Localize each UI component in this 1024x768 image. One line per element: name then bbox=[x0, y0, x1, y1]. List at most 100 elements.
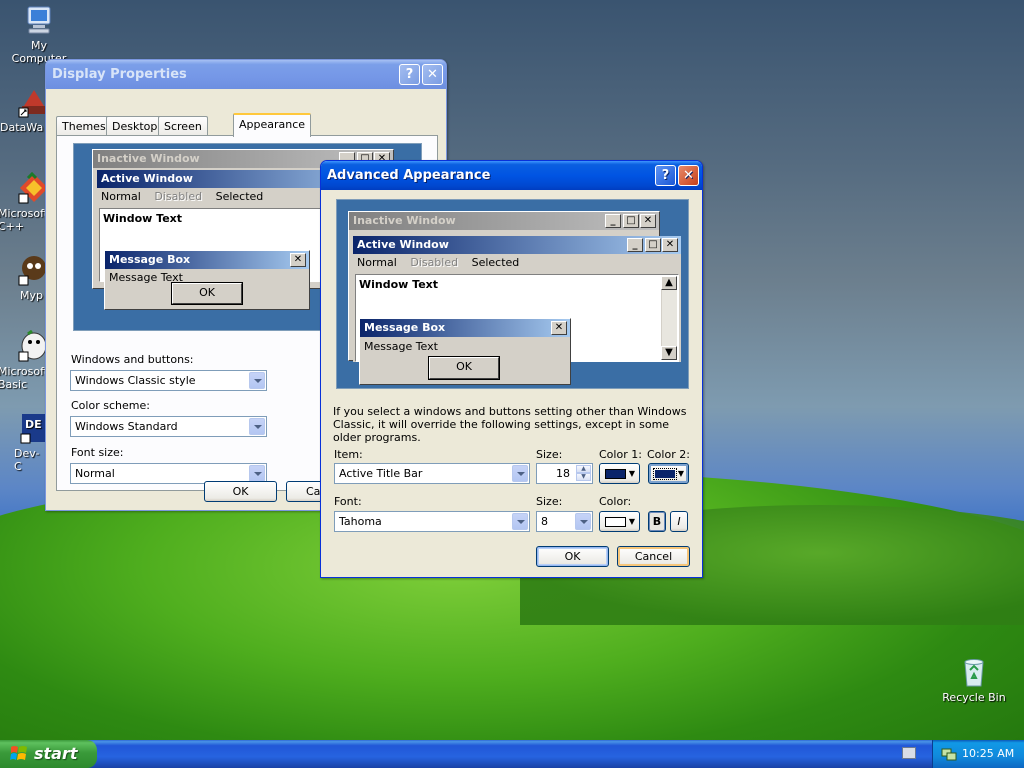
close-icon: ✕ bbox=[640, 214, 656, 228]
font-color-label: Color: bbox=[599, 495, 632, 508]
desktop-icon-label: DataWa bbox=[0, 121, 44, 134]
advanced-preview: Inactive Window _ □ ✕ Active Window _ □ … bbox=[336, 199, 689, 389]
help-button[interactable]: ? bbox=[655, 165, 676, 186]
spin-up-icon[interactable]: ▲ bbox=[576, 465, 591, 473]
chevron-down-icon[interactable] bbox=[512, 513, 528, 530]
preview-active-title-text: Active Window bbox=[101, 172, 193, 185]
font-value: Tahoma bbox=[339, 515, 382, 528]
network-icon[interactable] bbox=[941, 746, 957, 762]
desktop-icon-dev-c[interactable]: DE Dev-C bbox=[0, 412, 50, 473]
windows-logo-icon bbox=[10, 746, 27, 760]
clock[interactable]: 10:25 AM bbox=[962, 747, 1014, 760]
maximize-icon: □ bbox=[623, 214, 639, 228]
menu-disabled: Disabled bbox=[154, 190, 203, 203]
desktop-icon-myp[interactable]: Myp bbox=[0, 254, 46, 302]
size-label: Size: bbox=[536, 448, 563, 461]
color1-label: Color 1: bbox=[599, 448, 642, 461]
close-button[interactable]: ✕ bbox=[678, 165, 699, 186]
menu-selected: Selected bbox=[471, 256, 520, 269]
preview-ok-button: OK bbox=[172, 283, 242, 304]
adv-preview-inactive-window: Inactive Window _ □ ✕ Active Window _ □ … bbox=[348, 211, 681, 385]
chevron-down-icon[interactable] bbox=[512, 465, 528, 482]
spinner-arrows[interactable]: ▲ ▼ bbox=[576, 465, 591, 482]
tab-screen-saver[interactable]: Screen Saver bbox=[158, 116, 208, 146]
adv-message-box-text: Message Text bbox=[364, 340, 438, 353]
color-scheme-value: Windows Standard bbox=[75, 420, 178, 433]
close-icon: ✕ bbox=[427, 67, 438, 82]
chevron-down-icon[interactable] bbox=[249, 372, 265, 389]
display-ok-button[interactable]: OK bbox=[204, 481, 277, 502]
adv-preview-active-title: Active Window _ □ ✕ bbox=[353, 236, 681, 254]
minimize-icon: _ bbox=[627, 238, 643, 252]
maximize-icon: □ bbox=[645, 238, 661, 252]
chevron-down-icon[interactable] bbox=[249, 465, 265, 482]
advanced-cancel-button[interactable]: Cancel bbox=[617, 546, 690, 567]
question-icon: ? bbox=[661, 168, 670, 183]
windows-buttons-combo[interactable]: Windows Classic style bbox=[70, 370, 267, 391]
question-icon: ? bbox=[405, 67, 414, 82]
adv-active-title-text: Active Window bbox=[357, 238, 449, 251]
color-scheme-combo[interactable]: Windows Standard bbox=[70, 416, 267, 437]
size-spinner[interactable]: 18 ▲ ▼ bbox=[536, 463, 593, 484]
advanced-ok-button[interactable]: OK bbox=[536, 546, 609, 567]
advanced-appearance-title-bar[interactable]: Advanced Appearance ? ✕ bbox=[321, 161, 702, 190]
adv-preview-ok-button: OK bbox=[429, 357, 499, 379]
taskbar: start 10:25 AM bbox=[0, 740, 1024, 768]
spin-down-icon[interactable]: ▼ bbox=[576, 473, 591, 481]
font-color-swatch bbox=[605, 517, 626, 527]
window-title: Display Properties bbox=[52, 67, 187, 82]
advanced-appearance-window: Advanced Appearance ? ✕ Inactive Window … bbox=[320, 160, 703, 578]
color2-picker[interactable]: ▼ bbox=[648, 463, 689, 484]
menu-normal: Normal bbox=[101, 190, 141, 203]
svg-text:DE: DE bbox=[25, 418, 42, 431]
desktop-icon-label: Microsoft C++ bbox=[0, 207, 49, 233]
font-color-picker[interactable]: ▼ bbox=[599, 511, 640, 532]
adv-preview-message-box: Message Box ✕ Message Text OK bbox=[359, 318, 571, 385]
chevron-down-icon[interactable] bbox=[575, 513, 591, 530]
bold-toggle[interactable]: B bbox=[648, 511, 666, 532]
tab-themes[interactable]: Themes bbox=[56, 116, 112, 136]
font-combo[interactable]: Tahoma bbox=[334, 511, 530, 532]
adv-message-box-title: Message Box ✕ bbox=[360, 319, 570, 337]
color-scheme-label: Color scheme: bbox=[71, 399, 150, 412]
font-size-label: Font size: bbox=[71, 446, 124, 459]
item-combo[interactable]: Active Title Bar bbox=[334, 463, 530, 484]
color2-label: Color 2: bbox=[647, 448, 690, 461]
adv-preview-menu: Normal Disabled Selected bbox=[353, 254, 681, 272]
size-value: 18 bbox=[556, 467, 570, 480]
display-properties-title-bar[interactable]: Display Properties ? ✕ bbox=[46, 60, 446, 89]
scroll-down-icon: ▼ bbox=[661, 346, 677, 360]
scroll-up-icon: ▲ bbox=[661, 276, 677, 290]
desktop-icon-my-computer[interactable]: My Computer bbox=[2, 4, 76, 65]
recycle-bin-icon bbox=[964, 659, 984, 687]
close-icon: ✕ bbox=[551, 321, 567, 335]
chevron-down-icon[interactable] bbox=[249, 418, 265, 435]
desktop-icon-label: Microsoft Basic bbox=[0, 365, 49, 391]
tab-desktop[interactable]: Desktop bbox=[106, 116, 164, 136]
close-button[interactable]: ✕ bbox=[422, 64, 443, 85]
close-icon: ✕ bbox=[290, 253, 306, 267]
desktop-icon-label: Recycle Bin bbox=[942, 691, 1006, 704]
chevron-down-icon: ▼ bbox=[628, 469, 635, 478]
adv-preview-inactive-title: Inactive Window _ □ ✕ bbox=[349, 212, 659, 230]
font-size-combo[interactable]: 8 bbox=[536, 511, 593, 532]
desktop-icon-microsoft-basic[interactable]: Microsoft Basic bbox=[0, 330, 49, 391]
desktop-icon-recycle-bin[interactable]: Recycle Bin bbox=[937, 656, 1011, 704]
system-tray: 10:25 AM bbox=[932, 740, 1024, 768]
start-button[interactable]: start bbox=[0, 740, 97, 768]
color1-picker[interactable]: ▼ bbox=[599, 463, 640, 484]
italic-toggle[interactable]: I bbox=[670, 511, 688, 532]
desktop-icon-microsoft-cpp[interactable]: Microsoft C++ bbox=[0, 172, 49, 233]
adv-window-text: Window Text bbox=[359, 278, 439, 291]
font-size-label: Size: bbox=[536, 495, 563, 508]
preview-scrollbar: ▲ ▼ bbox=[661, 276, 677, 360]
desktop-icon-datawa[interactable]: DataWa bbox=[0, 86, 46, 134]
color1-swatch bbox=[605, 469, 626, 479]
adv-message-box-title-text: Message Box bbox=[364, 321, 446, 334]
help-button[interactable]: ? bbox=[399, 64, 420, 85]
tab-appearance[interactable]: Appearance bbox=[233, 113, 312, 137]
windows-buttons-label: Windows and buttons: bbox=[71, 353, 194, 366]
keyboard-icon[interactable] bbox=[902, 747, 916, 759]
close-icon: ✕ bbox=[683, 168, 694, 183]
window-title: Advanced Appearance bbox=[327, 168, 491, 183]
